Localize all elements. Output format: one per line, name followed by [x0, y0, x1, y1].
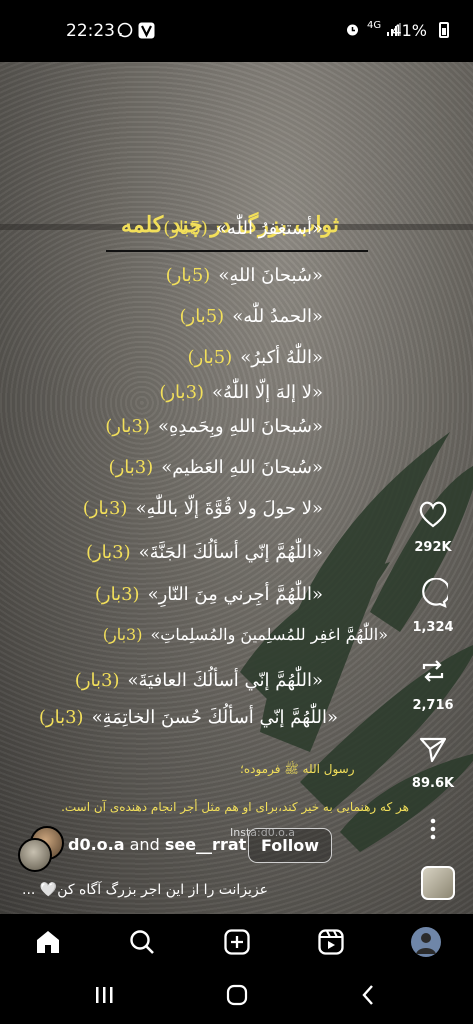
audio-thumbnail[interactable] [421, 866, 455, 900]
share-action[interactable]: 89.6K [405, 736, 461, 791]
battery-percent: 41% [391, 21, 427, 40]
dhikr-item: «الحمدُ للّٰه»(5بار) [179, 306, 323, 327]
alarm-icon [345, 22, 360, 41]
author-joiner: and [129, 835, 160, 854]
search-icon[interactable] [128, 928, 156, 960]
dhikr-item: «اللّٰهُ أكبرُ»(5بار) [187, 347, 323, 368]
like-action[interactable]: 292K [405, 500, 461, 555]
comment-icon[interactable] [405, 577, 461, 612]
comment-action[interactable]: 1,324 [405, 577, 461, 635]
repost-action[interactable]: 2,716 [405, 656, 461, 713]
post-caption[interactable]: عزیزانت را از این اجر بزرگ آگاه کن🤍 ... [22, 882, 282, 898]
author-name[interactable]: d0.o.a [68, 835, 125, 854]
v-app-icon [138, 22, 155, 43]
create-icon[interactable] [223, 928, 251, 960]
battery-icon [439, 22, 449, 38]
system-nav-bar [0, 974, 473, 1024]
dhikr-item: «سُبحانَ اللهِ»(5بار) [165, 265, 323, 286]
dhikr-item: «اللّٰهُمَّ إنّي أسألُكَ حُسنَ الخاتِمَة… [38, 707, 338, 728]
clock: 22:23 [66, 21, 115, 41]
profile-avatar[interactable] [410, 926, 442, 962]
status-bar: 22:23 4G 41% [0, 0, 473, 62]
home-icon[interactable] [34, 928, 62, 960]
whatsapp-icon [117, 22, 133, 42]
avatar[interactable] [18, 838, 52, 872]
dhikr-item: «لا حولَ ولا قُوَّةَ إلّا باللّٰهِ»(3بار… [82, 498, 323, 519]
recent-apps-icon[interactable] [94, 986, 114, 1008]
dhikr-item: «اللّٰهُمَّ إنّي أسألُكَ العافيَةَ»(3بار… [74, 670, 323, 691]
hadith-source: رسول الله ﷺ فرموده؛ [240, 762, 355, 776]
reel-video[interactable]: ثواب بزرگ در چند کلمه «أستغفرُ اللّٰه»(5… [0, 62, 473, 914]
repost-count: 2,716 [412, 698, 454, 713]
reels-icon[interactable] [317, 928, 345, 960]
share-count: 89.6K [411, 776, 455, 791]
title-underline [106, 250, 368, 252]
collaborator-name[interactable]: see__rrat [165, 835, 246, 854]
like-count: 292K [414, 540, 452, 555]
dhikr-item: «أستغفرُ اللّٰه»(5بار) [163, 218, 323, 239]
dhikr-item: «اللّٰهُمَّ أجِرني مِنَ النّارِ»(3بار) [94, 584, 323, 605]
comment-count: 1,324 [412, 620, 454, 635]
dhikr-item: «اللّٰهُمَّ إنّي أسألُكَ الجَنَّةَ»(3بار… [85, 542, 323, 563]
heart-icon[interactable] [405, 500, 461, 532]
bottom-nav [0, 914, 473, 974]
more-options-icon[interactable] [405, 818, 461, 844]
network-type: 4G [367, 20, 382, 31]
author-line[interactable]: d0.o.a and see__rrat [68, 835, 246, 854]
dhikr-item: «اللّٰهُمَّ اغفِر للمُسلِمينَ والمُسلِما… [102, 625, 388, 644]
repost-icon[interactable] [405, 656, 461, 690]
dhikr-item: «لا إلهَ إلّا اللّٰهُ»(3بار) [159, 382, 323, 403]
home-button-icon[interactable] [226, 984, 248, 1010]
dhikr-item: «سُبحانَ اللهِ وبِحَمدِهِ»(3بار) [105, 416, 323, 437]
hadith-text: هر که رهنمایی به خیر کند،برای او هم مثل … [61, 800, 409, 814]
follow-button[interactable]: Follow [248, 828, 332, 863]
send-icon[interactable] [405, 736, 461, 768]
back-icon[interactable] [361, 984, 375, 1010]
dhikr-item: «سُبحانَ اللهِ العَظيم»(3بار) [108, 457, 323, 478]
